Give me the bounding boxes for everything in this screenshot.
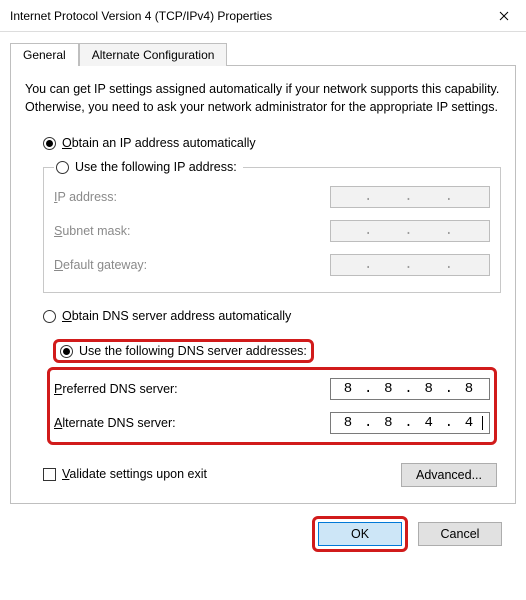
tabpanel-general: You can get IP settings assigned automat… xyxy=(10,65,516,504)
input-preferred-dns[interactable]: 8. 8. 8. 8 xyxy=(330,378,490,400)
group-use-dns: Use the following DNS server addresses: … xyxy=(43,333,501,449)
window-title: Internet Protocol Version 4 (TCP/IPv4) P… xyxy=(10,9,272,23)
label-ip-address: IP address: xyxy=(54,190,117,204)
radio-obtain-ip-auto[interactable]: Obtain an IP address automatically xyxy=(25,134,501,154)
radio-icon xyxy=(43,137,56,150)
label-subnet-mask: Subnet mask: xyxy=(54,224,130,238)
highlight-dns-radio: Use the following DNS server addresses: xyxy=(53,339,314,363)
titlebar: Internet Protocol Version 4 (TCP/IPv4) P… xyxy=(0,0,526,32)
radio-icon xyxy=(43,310,56,323)
highlight-ok: OK xyxy=(312,516,408,552)
radio-icon xyxy=(56,161,69,174)
label-preferred-dns: Preferred DNS server: xyxy=(54,382,178,396)
checkbox-validate-on-exit[interactable]: Validate settings upon exit xyxy=(43,465,207,485)
radio-label: Use the following DNS server addresses: xyxy=(79,344,307,358)
checkbox-label: Validate settings upon exit xyxy=(62,467,207,481)
close-button[interactable] xyxy=(481,0,526,32)
input-subnet-mask: ... xyxy=(330,220,490,242)
label-alternate-dns: Alternate DNS server: xyxy=(54,416,176,430)
cancel-button[interactable]: Cancel xyxy=(418,522,502,546)
radio-label: Obtain an IP address automatically xyxy=(62,136,256,150)
radio-use-following-ip[interactable]: Use the following IP address: xyxy=(56,160,241,174)
tab-strip: General Alternate Configuration xyxy=(10,42,516,65)
ok-button[interactable]: OK xyxy=(318,522,402,546)
close-icon xyxy=(499,11,509,21)
radio-use-following-dns[interactable] xyxy=(60,345,73,358)
tab-general[interactable]: General xyxy=(10,43,79,66)
highlight-dns-inputs: Preferred DNS server: 8. 8. 8. 8 Alterna… xyxy=(47,367,497,445)
radio-obtain-dns-auto[interactable]: Obtain DNS server address automatically xyxy=(25,307,501,327)
radio-label: Use the following IP address: xyxy=(75,160,237,174)
input-default-gateway: ... xyxy=(330,254,490,276)
label-default-gateway: Default gateway: xyxy=(54,258,147,272)
advanced-button[interactable]: Advanced... xyxy=(401,463,497,487)
input-ip-address: ... xyxy=(330,186,490,208)
radio-label: Obtain DNS server address automatically xyxy=(62,309,291,323)
dialog-buttons: OK Cancel xyxy=(10,504,516,552)
intro-text: You can get IP settings assigned automat… xyxy=(25,80,501,116)
group-use-ip: Use the following IP address: IP address… xyxy=(43,160,501,293)
tab-alternate-configuration[interactable]: Alternate Configuration xyxy=(79,43,228,66)
checkbox-icon xyxy=(43,468,56,481)
input-alternate-dns[interactable]: 8. 8. 4. 4 xyxy=(330,412,490,434)
